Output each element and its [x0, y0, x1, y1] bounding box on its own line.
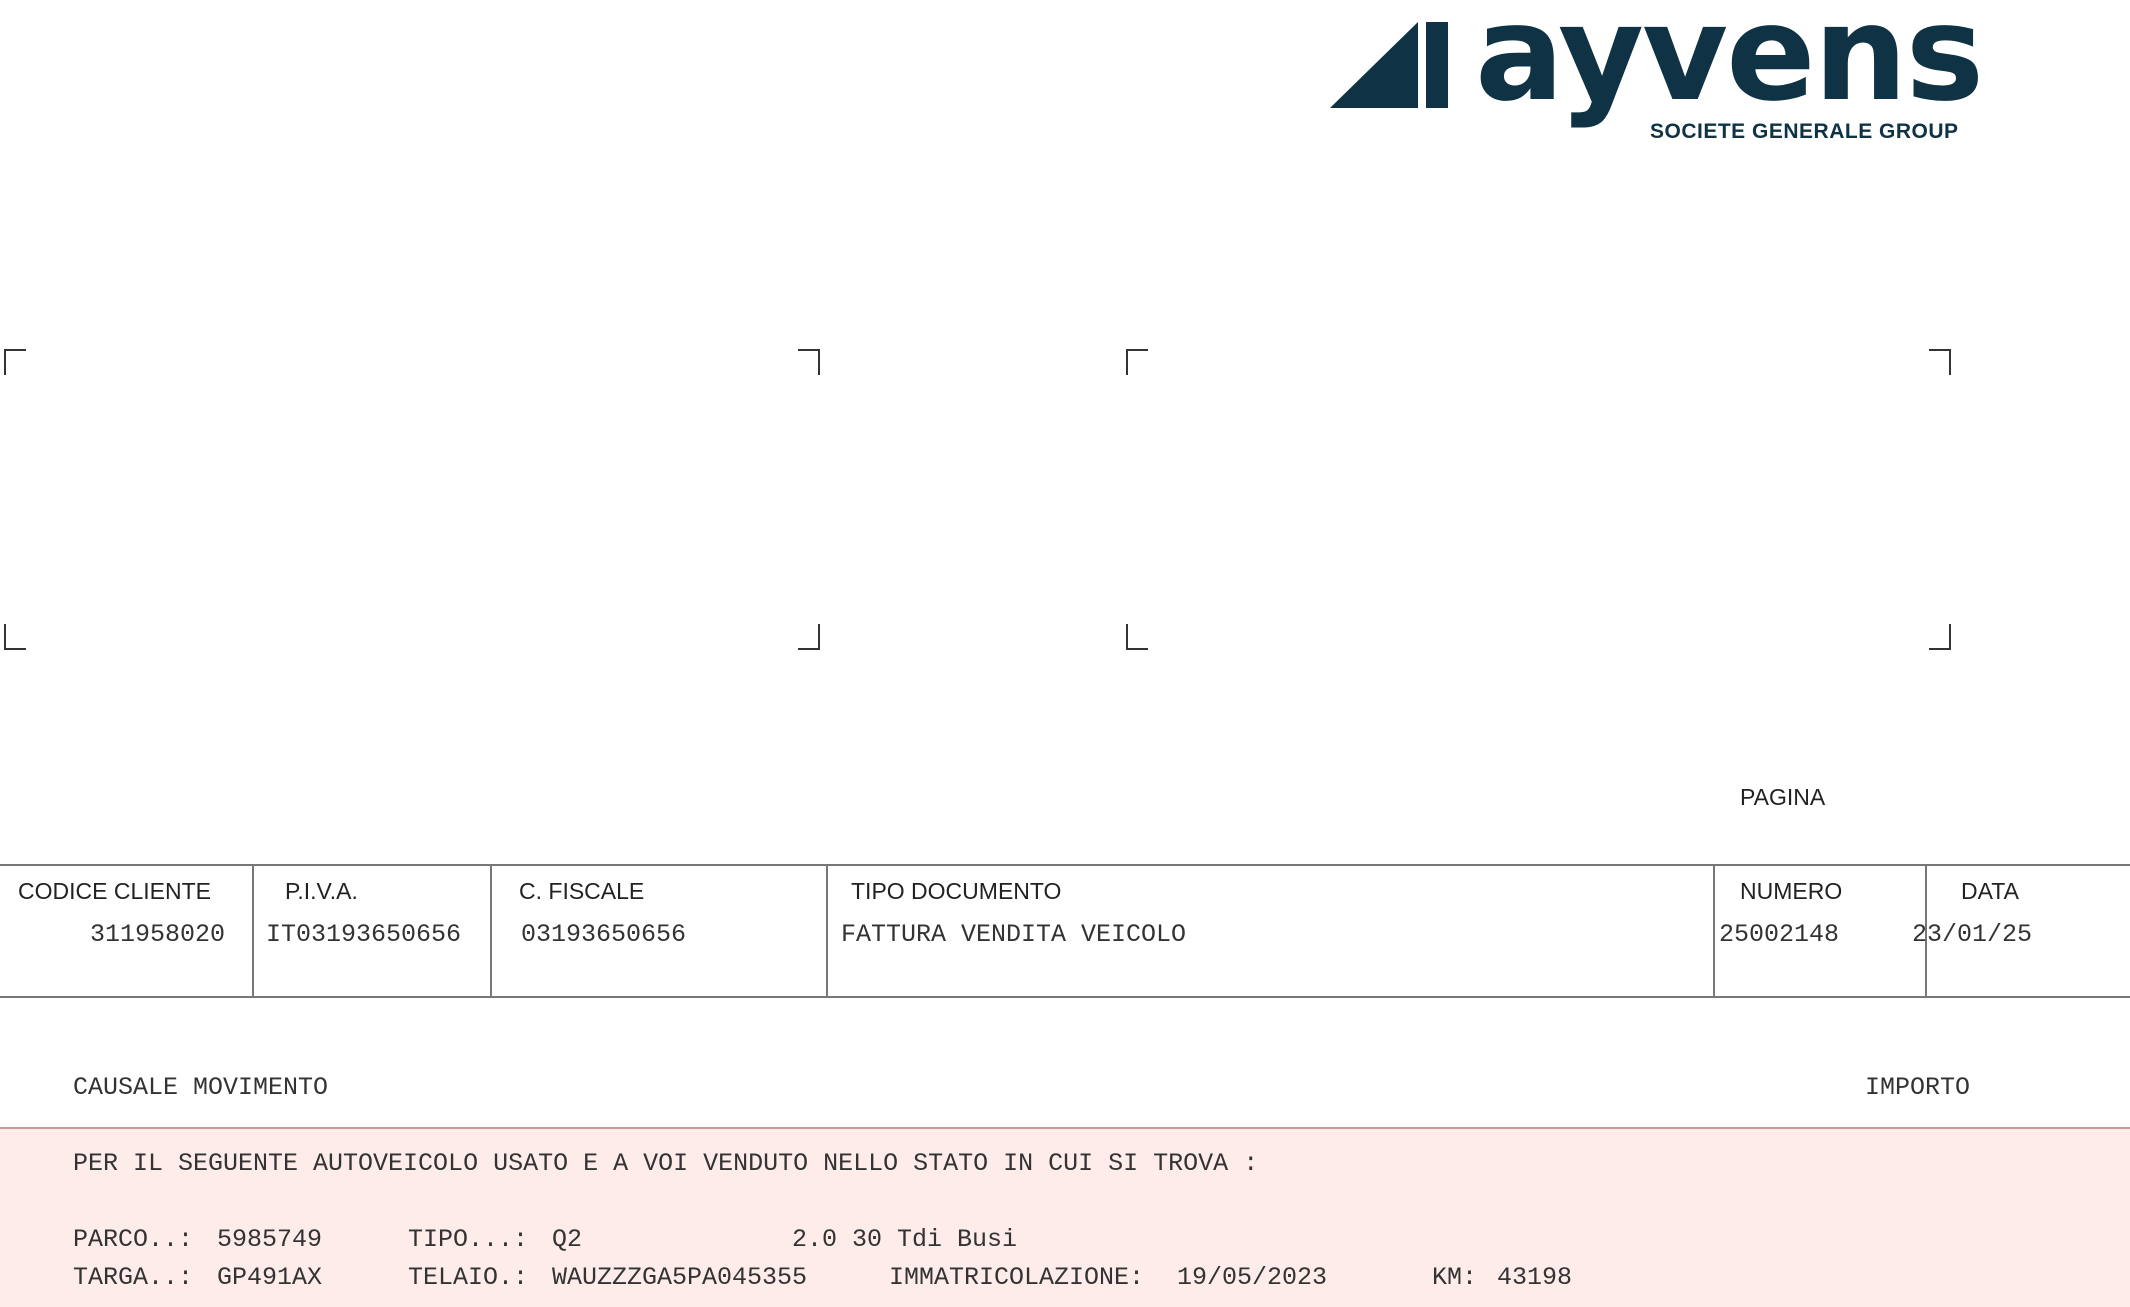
- line-items-band: PER IL SEGUENTE AUTOVEICOLO USATO E A VO…: [0, 1127, 2130, 1307]
- importo-heading: IMPORTO: [1865, 1073, 1971, 1102]
- tipo-value: Q2: [552, 1225, 583, 1254]
- targa-value: GP491AX: [217, 1263, 323, 1292]
- tipo-documento-value: FATTURA VENDITA VEICOLO: [841, 920, 1187, 949]
- codice-fiscale-label: C. FISCALE: [519, 878, 645, 904]
- piva-value: IT03193650656: [266, 920, 462, 949]
- causale-movimento-heading: CAUSALE MOVIMENTO: [73, 1073, 329, 1102]
- tipo-documento-label: TIPO DOCUMENTO: [851, 878, 1062, 904]
- logo-wordmark: ayvens: [1475, 0, 1984, 131]
- tipo-description: 2.0 30 Tdi Busi: [792, 1225, 1018, 1254]
- codice-cliente-value: 311958020: [90, 920, 226, 949]
- telaio-label: TELAIO.:: [408, 1263, 529, 1292]
- ayvens-logo: ayvens SOCIETE GENERALE GROUP: [1330, 0, 1984, 154]
- km-value: 43198: [1497, 1263, 1573, 1292]
- codice-fiscale-value: 03193650656: [521, 920, 687, 949]
- page-label: PAGINA: [1740, 784, 1826, 810]
- telaio-value: WAUZZZGA5PA045355: [552, 1263, 808, 1292]
- piva-label: P.I.V.A.: [285, 878, 358, 904]
- logo-tagline: SOCIETE GENERALE GROUP: [1650, 120, 1959, 143]
- immatricolazione-label: IMMATRICOLAZIONE:: [889, 1263, 1145, 1292]
- numero-value: 25002148: [1719, 920, 1840, 949]
- targa-label: TARGA..:: [73, 1263, 194, 1292]
- tipo-label: TIPO...:: [408, 1225, 529, 1254]
- parco-label: PARCO..:: [73, 1225, 194, 1254]
- vehicle-intro-line: PER IL SEGUENTE AUTOVEICOLO USATO E A VO…: [73, 1149, 1259, 1178]
- document-header-table: CODICE CLIENTE 311958020 P.I.V.A. IT0319…: [0, 864, 2130, 998]
- km-label: KM:: [1432, 1263, 1478, 1292]
- data-label: DATA: [1961, 878, 2019, 904]
- immatricolazione-value: 19/05/2023: [1177, 1263, 1328, 1292]
- data-value: 23/01/25: [1912, 920, 2033, 949]
- codice-cliente-label: CODICE CLIENTE: [18, 878, 211, 904]
- logo-mark-icon: [1330, 22, 1448, 108]
- parco-value: 5985749: [217, 1225, 323, 1254]
- numero-label: NUMERO: [1740, 878, 1843, 904]
